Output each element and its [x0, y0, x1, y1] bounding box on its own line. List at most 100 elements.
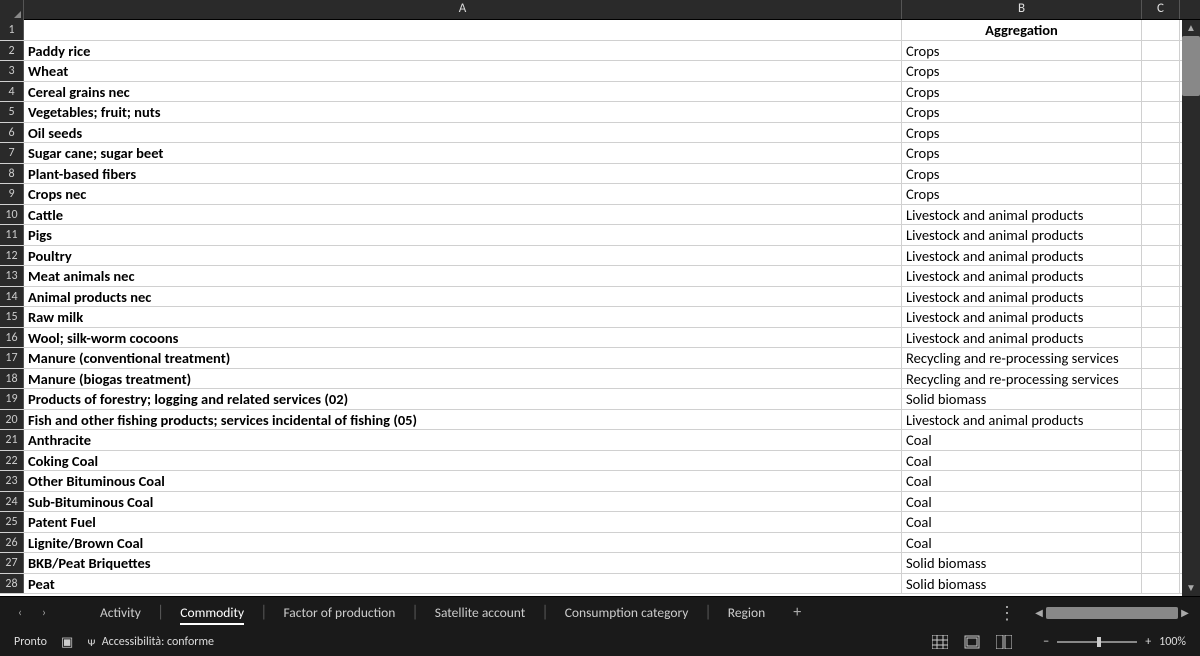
cell-c[interactable] — [1142, 492, 1180, 512]
cell-a[interactable]: Patent Fuel — [24, 512, 902, 532]
hscroll-left-icon[interactable]: ◀ — [1032, 606, 1046, 619]
cell-c[interactable] — [1142, 348, 1180, 368]
hscroll-track[interactable] — [1046, 607, 1178, 619]
cell-c[interactable] — [1142, 246, 1180, 266]
cell-a[interactable]: Manure (conventional treatment) — [24, 348, 902, 368]
cell-a[interactable]: BKB/Peat Briquettes — [24, 553, 902, 573]
cell-b[interactable]: Crops — [902, 102, 1142, 122]
cell-b[interactable]: Crops — [902, 164, 1142, 184]
cell-a[interactable]: Paddy rice — [24, 41, 902, 61]
cell-c[interactable] — [1142, 328, 1180, 348]
cell-b[interactable]: Recycling and re-processing services — [902, 348, 1142, 368]
cell-b1[interactable]: Aggregation — [902, 20, 1142, 40]
scroll-up-icon[interactable]: ▲ — [1182, 20, 1200, 36]
sheet-tab[interactable]: Consumption category — [551, 599, 703, 627]
cell-c[interactable] — [1142, 205, 1180, 225]
cell-a[interactable]: Cereal grains nec — [24, 82, 902, 102]
cell-b[interactable]: Coal — [902, 512, 1142, 532]
cell-c[interactable] — [1142, 451, 1180, 471]
cell-c[interactable] — [1142, 533, 1180, 553]
cell-b[interactable]: Coal — [902, 451, 1142, 471]
cell-c[interactable] — [1142, 102, 1180, 122]
cell-a[interactable]: Anthracite — [24, 430, 902, 450]
cell-c[interactable] — [1142, 225, 1180, 245]
cell-c[interactable] — [1142, 164, 1180, 184]
view-normal-icon[interactable] — [929, 633, 951, 651]
row-header[interactable]: 5 — [0, 102, 24, 122]
row-header[interactable]: 9 — [0, 184, 24, 204]
cell-c[interactable] — [1142, 61, 1180, 81]
cell-a[interactable]: Manure (biogas treatment) — [24, 369, 902, 389]
row-header[interactable]: 17 — [0, 348, 24, 368]
cell-c[interactable] — [1142, 41, 1180, 61]
row-header[interactable]: 26 — [0, 533, 24, 553]
cell-b[interactable]: Livestock and animal products — [902, 328, 1142, 348]
cell-a[interactable]: Pigs — [24, 225, 902, 245]
row-header[interactable]: 7 — [0, 143, 24, 163]
cell-a[interactable]: Raw milk — [24, 307, 902, 327]
horizontal-scrollbar[interactable]: ◀ ▶ — [1032, 606, 1192, 619]
cell-c[interactable] — [1142, 553, 1180, 573]
column-header-c[interactable]: C — [1142, 0, 1180, 19]
row-header[interactable]: 2 — [0, 41, 24, 61]
cell-a[interactable]: Products of forestry; logging and relate… — [24, 389, 902, 409]
row-header[interactable]: 23 — [0, 471, 24, 491]
cell-a[interactable]: Lignite/Brown Coal — [24, 533, 902, 553]
cell-c[interactable] — [1142, 389, 1180, 409]
cell-c[interactable] — [1142, 287, 1180, 307]
cell-b[interactable]: Crops — [902, 123, 1142, 143]
cell-a1[interactable] — [24, 20, 902, 40]
vscroll-track[interactable] — [1182, 36, 1200, 580]
row-header[interactable]: 13 — [0, 266, 24, 286]
cell-a[interactable]: Fish and other fishing products; service… — [24, 410, 902, 430]
cell-a[interactable]: Wheat — [24, 61, 902, 81]
cell-c[interactable] — [1142, 471, 1180, 491]
tab-next-icon[interactable]: › — [32, 601, 56, 625]
cell-a[interactable]: Cattle — [24, 205, 902, 225]
cell-b[interactable]: Coal — [902, 430, 1142, 450]
cell-c[interactable] — [1142, 143, 1180, 163]
view-page-break-icon[interactable] — [993, 633, 1015, 651]
cell-a[interactable]: Animal products nec — [24, 287, 902, 307]
cell-a[interactable]: Coking Coal — [24, 451, 902, 471]
row-header[interactable]: 21 — [0, 430, 24, 450]
row-header[interactable]: 11 — [0, 225, 24, 245]
cell-b[interactable]: Solid biomass — [902, 389, 1142, 409]
row-header[interactable]: 22 — [0, 451, 24, 471]
row-header[interactable]: 15 — [0, 307, 24, 327]
tabs-menu-icon[interactable]: ⋮ — [988, 602, 1024, 624]
tab-prev-icon[interactable]: ‹ — [8, 601, 32, 625]
column-header-a[interactable]: A — [24, 0, 902, 19]
cell-a[interactable]: Wool; silk-worm cocoons — [24, 328, 902, 348]
cell-c[interactable] — [1142, 512, 1180, 532]
cell-b[interactable]: Coal — [902, 492, 1142, 512]
row-header[interactable]: 14 — [0, 287, 24, 307]
select-all-corner[interactable] — [0, 0, 24, 20]
zoom-out-button[interactable]: − — [1043, 635, 1049, 649]
cell-a[interactable]: Meat animals nec — [24, 266, 902, 286]
zoom-slider[interactable] — [1057, 641, 1137, 643]
hscroll-thumb[interactable] — [1046, 607, 1178, 619]
cell-c[interactable] — [1142, 430, 1180, 450]
cell-a[interactable]: Other Bituminous Coal — [24, 471, 902, 491]
cell-c[interactable] — [1142, 574, 1180, 594]
cell-b[interactable]: Livestock and animal products — [902, 266, 1142, 286]
cell-b[interactable]: Coal — [902, 471, 1142, 491]
sheet-tab[interactable]: Region — [714, 599, 779, 627]
cell-c1[interactable] — [1142, 20, 1180, 40]
cell-b[interactable]: Crops — [902, 143, 1142, 163]
row-header[interactable]: 16 — [0, 328, 24, 348]
status-accessibility[interactable]: ᴪ Accessibilità: conforme — [87, 635, 214, 650]
cell-b[interactable]: Crops — [902, 184, 1142, 204]
column-header-b[interactable]: B — [902, 0, 1142, 19]
scroll-down-icon[interactable]: ▼ — [1182, 580, 1200, 596]
row-header[interactable]: 18 — [0, 369, 24, 389]
cell-b[interactable]: Livestock and animal products — [902, 307, 1142, 327]
cell-b[interactable]: Coal — [902, 533, 1142, 553]
row-header[interactable]: 28 — [0, 574, 24, 594]
sheet-tab[interactable]: Commodity — [166, 599, 258, 627]
row-header[interactable]: 20 — [0, 410, 24, 430]
cell-a[interactable]: Plant-based fibers — [24, 164, 902, 184]
sheet-tab[interactable]: Factor of production — [269, 599, 409, 627]
cell-c[interactable] — [1142, 410, 1180, 430]
